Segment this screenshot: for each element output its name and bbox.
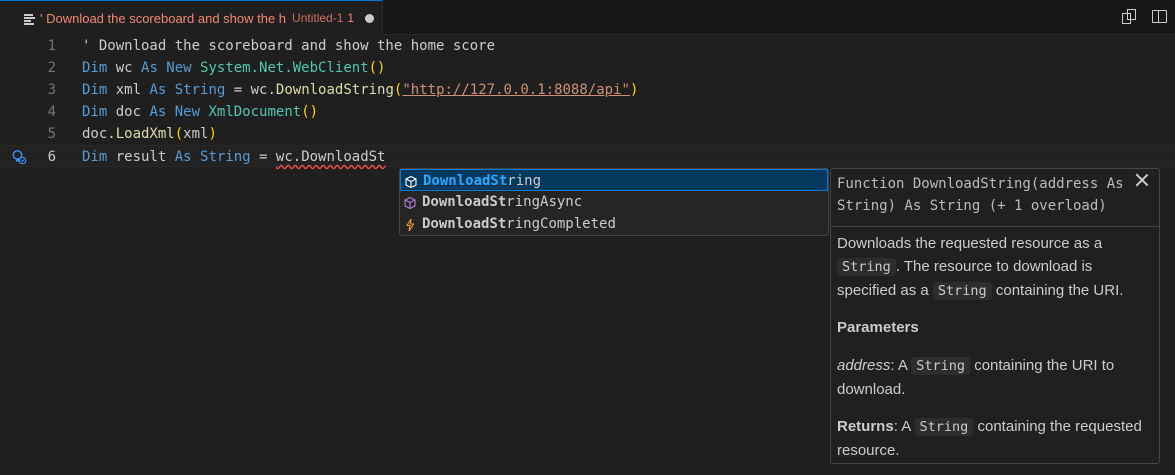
suggestion-item[interactable]: DownloadStringCompleted xyxy=(400,213,828,235)
line-number: 5 xyxy=(47,126,56,142)
code-text: doc.LoadXml(xml) xyxy=(82,126,217,142)
code-text: Dim wc As New System.Net.WebClient() xyxy=(82,60,386,76)
lines-icon xyxy=(24,12,36,25)
returns-description: Returns: A String containing the request… xyxy=(837,418,1142,459)
split-editor-icon[interactable] xyxy=(1151,8,1167,24)
method-icon xyxy=(404,174,418,189)
line-number: 1 xyxy=(47,38,56,54)
compare-icon[interactable] xyxy=(1121,8,1137,24)
unsaved-dot-icon[interactable] xyxy=(365,14,374,23)
editor-actions xyxy=(1121,8,1167,24)
line-number: 3 xyxy=(47,82,56,98)
method-icon xyxy=(403,195,417,210)
error-squiggle: wc.DownloadSt xyxy=(275,149,386,165)
tab-description: Untitled-1 xyxy=(292,11,344,25)
close-icon[interactable] xyxy=(1135,173,1149,187)
suggestion-item[interactable]: DownloadStringAsync xyxy=(400,191,828,213)
description-text: Downloads the requested resource as a St… xyxy=(837,235,1124,300)
code-text: Dim doc As New XmlDocument() xyxy=(82,104,319,120)
tab-title: ' Download the scoreboard and show the h xyxy=(40,10,287,26)
code-line: 5 doc.LoadXml(xml) xyxy=(0,123,1175,145)
code-text: Dim xml As String = wc.DownloadString("h… xyxy=(82,82,639,98)
code-line: 2 Dim wc As New System.Net.WebClient() xyxy=(0,57,1175,79)
parameters-heading: Parameters xyxy=(837,319,919,336)
code-text: ' Download the scoreboard and show the h… xyxy=(82,38,496,54)
editor-tab[interactable]: ' Download the scoreboard and show the h… xyxy=(0,0,383,35)
event-icon xyxy=(403,217,417,232)
url-link[interactable]: "http://127.0.0.1:8088/api" xyxy=(402,82,630,98)
parameter-description: address: A String containing the URI to … xyxy=(837,357,1115,398)
line-number: 4 xyxy=(47,104,56,120)
tab-problem-count: 1 xyxy=(347,11,355,25)
line-number: 2 xyxy=(47,60,56,76)
suggestion-details: Function DownloadString(address As Strin… xyxy=(830,168,1160,464)
line-number: 6 xyxy=(47,149,56,165)
code-text: Dim result As String = wc.DownloadSt xyxy=(82,149,386,165)
suggestion-item[interactable]: DownloadString xyxy=(400,169,828,191)
function-signature: Function DownloadString(address As Strin… xyxy=(837,176,1124,214)
current-code-line: 6 Dim result As String = wc.DownloadSt xyxy=(0,145,1175,167)
tab-bar: ' Download the scoreboard and show the h… xyxy=(0,0,1175,35)
divider xyxy=(831,226,1159,227)
code-line: 4 Dim doc As New XmlDocument() xyxy=(0,101,1175,123)
code-line: 3 Dim xml As String = wc.DownloadString(… xyxy=(0,79,1175,101)
suggest-widget: DownloadString DownloadStringAsync Downl… xyxy=(399,168,829,236)
code-line: 1 ' Download the scoreboard and show the… xyxy=(0,35,1175,57)
